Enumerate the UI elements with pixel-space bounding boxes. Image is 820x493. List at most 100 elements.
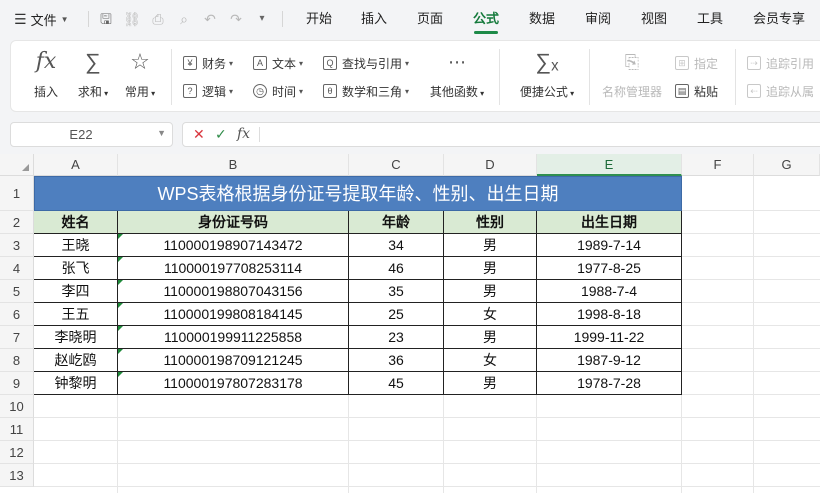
other-functions-button[interactable]: ⋯ 其他函数 ▾ <box>425 47 489 100</box>
print-preview-icon[interactable]: ⌕ <box>175 10 193 28</box>
name-cell[interactable]: 李四 <box>34 280 118 303</box>
age-cell[interactable]: 23 <box>349 326 444 349</box>
tab-tools[interactable]: 工具 <box>691 0 729 38</box>
tab-home[interactable]: 开始 <box>300 0 338 38</box>
logic-button[interactable]: ? 逻辑 ▾ <box>183 81 233 101</box>
gender-header[interactable]: 性别 <box>444 211 537 234</box>
function-icon[interactable]: fx <box>237 126 250 142</box>
text-functions-button[interactable]: A 文本 ▾ <box>253 53 303 73</box>
share-icon[interactable]: ⛓ <box>123 10 141 28</box>
name-cell[interactable]: 王五 <box>34 303 118 326</box>
gender-cell[interactable]: 女 <box>444 303 537 326</box>
row-header-12[interactable]: 12 <box>0 441 34 464</box>
gender-cell[interactable]: 男 <box>444 326 537 349</box>
gender-cell[interactable]: 男 <box>444 257 537 280</box>
name-box[interactable]: E22 ▼ <box>10 122 173 147</box>
tab-insert[interactable]: 插入 <box>355 0 393 38</box>
insert-function-button[interactable]: fx 插入 <box>31 47 61 100</box>
row-header-7[interactable]: 7 <box>0 326 34 349</box>
id-number-cell[interactable]: 110000197708253114 <box>118 257 349 280</box>
id-number-header[interactable]: 身份证号码 <box>118 211 349 234</box>
name-cell[interactable]: 李晓明 <box>34 326 118 349</box>
name-cell[interactable]: 张飞 <box>34 257 118 280</box>
column-header-e[interactable]: E <box>537 154 682 176</box>
more-icon[interactable]: ▾ <box>253 10 271 28</box>
row-header-10[interactable]: 10 <box>0 395 34 418</box>
id-number-cell[interactable]: 110000199808184145 <box>118 303 349 326</box>
birthdate-cell[interactable]: 1999-11-22 <box>537 326 682 349</box>
column-header-d[interactable]: D <box>444 154 537 176</box>
redo-icon[interactable]: ↷ <box>227 10 245 28</box>
column-header-b[interactable]: B <box>118 154 349 176</box>
lookup-reference-button[interactable]: Q 查找与引用 ▾ <box>323 53 409 73</box>
name-cell[interactable]: 钟黎明 <box>34 372 118 395</box>
birthdate-cell[interactable]: 1977-8-25 <box>537 257 682 280</box>
row-header-6[interactable]: 6 <box>0 303 34 326</box>
name-header[interactable]: 姓名 <box>34 211 118 234</box>
name-manager-button[interactable]: ⎘ 名称管理器 <box>599 47 665 100</box>
age-header[interactable]: 年龄 <box>349 211 444 234</box>
age-cell[interactable]: 36 <box>349 349 444 372</box>
birthdate-cell[interactable]: 1978-7-28 <box>537 372 682 395</box>
tab-page[interactable]: 页面 <box>411 0 449 38</box>
confirm-icon[interactable]: ✓ <box>215 126 227 143</box>
tab-data[interactable]: 数据 <box>523 0 561 38</box>
gender-cell[interactable]: 女 <box>444 349 537 372</box>
gender-cell[interactable]: 男 <box>444 280 537 303</box>
sheet-title-cell[interactable]: WPS表格根据身份证号提取年龄、性别、出生日期 <box>34 176 682 211</box>
name-cell[interactable]: 赵屹鸥 <box>34 349 118 372</box>
paste-name-button[interactable]: ▤ 粘贴 <box>675 81 718 101</box>
tab-review[interactable]: 审阅 <box>579 0 617 38</box>
age-cell[interactable]: 34 <box>349 234 444 257</box>
age-cell[interactable]: 35 <box>349 280 444 303</box>
common-functions-button[interactable]: ☆ 常用 ▾ <box>119 47 161 100</box>
math-trig-button[interactable]: θ 数学和三角 ▾ <box>323 81 409 101</box>
column-header-f[interactable]: F <box>682 154 754 176</box>
id-number-cell[interactable]: 110000199911225858 <box>118 326 349 349</box>
tab-member[interactable]: 会员专享 <box>748 0 810 38</box>
column-header-g[interactable]: G <box>754 154 820 176</box>
datetime-button[interactable]: ◷ 时间 ▾ <box>253 81 303 101</box>
birthdate-cell[interactable]: 1988-7-4 <box>537 280 682 303</box>
gender-cell[interactable]: 男 <box>444 234 537 257</box>
row-header-2[interactable]: 2 <box>0 211 34 234</box>
select-all-corner[interactable] <box>0 154 34 176</box>
undo-icon[interactable]: ↶ <box>201 10 219 28</box>
age-cell[interactable]: 25 <box>349 303 444 326</box>
tab-formula[interactable]: 公式 <box>467 0 505 38</box>
finance-button[interactable]: ¥ 财务 ▾ <box>183 53 233 73</box>
file-menu[interactable]: ☰ 文件 ▼ <box>14 10 69 28</box>
column-header-c[interactable]: C <box>349 154 444 176</box>
column-header-a[interactable]: A <box>34 154 118 176</box>
print-icon[interactable]: ⎙ <box>149 10 167 28</box>
id-number-cell[interactable]: 110000198907143472 <box>118 234 349 257</box>
row-header-4[interactable]: 4 <box>0 257 34 280</box>
specify-button[interactable]: ⊞ 指定 <box>675 53 718 73</box>
row-header-8[interactable]: 8 <box>0 349 34 372</box>
quick-formula-button[interactable]: ∑ₓ 便捷公式 ▾ <box>515 47 579 100</box>
row-header-9[interactable]: 9 <box>0 372 34 395</box>
row-header-3[interactable]: 3 <box>0 234 34 257</box>
birthdate-cell[interactable]: 1998-8-18 <box>537 303 682 326</box>
birthdate-cell[interactable]: 1987-9-12 <box>537 349 682 372</box>
cancel-icon[interactable]: ✕ <box>193 126 205 143</box>
age-cell[interactable]: 46 <box>349 257 444 280</box>
autosum-button[interactable]: ∑ 求和 ▾ <box>73 47 113 100</box>
id-number-cell[interactable]: 110000198709121245 <box>118 349 349 372</box>
save-icon[interactable]: 🖫 <box>97 10 115 28</box>
id-number-cell[interactable]: 110000197807283178 <box>118 372 349 395</box>
age-cell[interactable]: 45 <box>349 372 444 395</box>
row-header-1[interactable]: 1 <box>0 176 34 211</box>
tab-view[interactable]: 视图 <box>635 0 673 38</box>
birthdate-header[interactable]: 出生日期 <box>537 211 682 234</box>
id-number-cell[interactable]: 110000198807043156 <box>118 280 349 303</box>
trace-precedents-button[interactable]: ⇢ 追踪引用 <box>747 53 814 73</box>
name-cell[interactable]: 王晓 <box>34 234 118 257</box>
birthdate-cell[interactable]: 1989-7-14 <box>537 234 682 257</box>
row-header-13[interactable]: 13 <box>0 464 34 487</box>
chevron-down-icon[interactable]: ▼ <box>157 128 166 138</box>
formula-input[interactable]: ✕ ✓ fx <box>182 122 820 147</box>
row-header-11[interactable]: 11 <box>0 418 34 441</box>
trace-dependents-button[interactable]: ⇠ 追踪从属 <box>747 81 814 101</box>
row-header-5[interactable]: 5 <box>0 280 34 303</box>
